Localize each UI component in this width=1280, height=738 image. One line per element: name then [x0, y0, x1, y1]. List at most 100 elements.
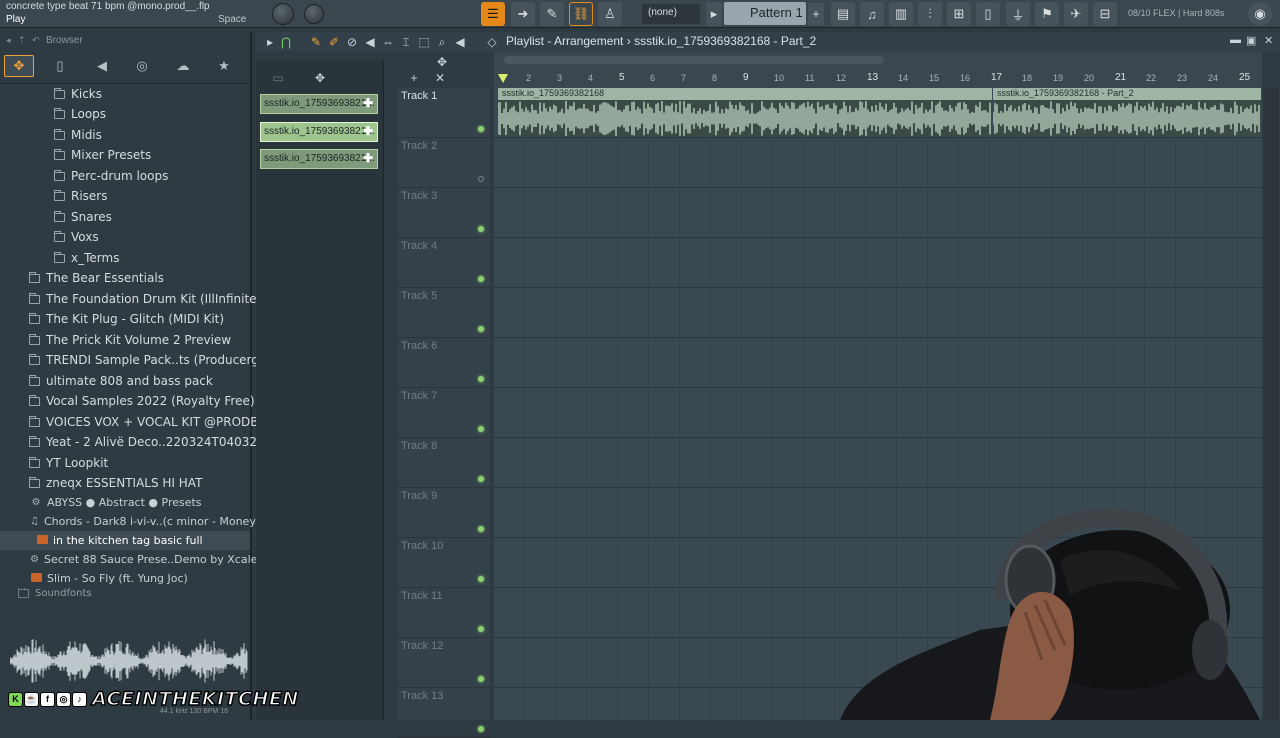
minimize-icon[interactable]: ▬ — [1230, 34, 1241, 46]
track-enable-led[interactable] — [478, 276, 484, 282]
magnet-snap-icon[interactable]: ⋂ — [278, 34, 294, 50]
mixer-icon[interactable]: ⫶ — [918, 2, 942, 26]
close-icon[interactable]: ✕ — [1264, 34, 1273, 47]
tools-icon[interactable]: ⚑ — [1035, 2, 1059, 26]
folder-item[interactable]: Kicks — [54, 84, 102, 104]
plugin-database-tab-icon[interactable]: ◀ — [87, 55, 117, 77]
slip-tool-icon[interactable]: ⇔ — [380, 34, 396, 50]
track-header[interactable]: Track 10 — [398, 538, 490, 588]
track-header[interactable]: Track 2 — [398, 138, 490, 188]
pattern-clip-item[interactable]: ssstik.io_17593693821... ✚ — [260, 149, 378, 169]
folder-item-partial[interactable]: Soundfonts — [18, 588, 92, 598]
current-project-tab-icon[interactable]: ▯ — [45, 55, 75, 77]
folder-item[interactable]: zneqx ESSENTIALS HI HAT — [29, 473, 202, 493]
sample-waveform-preview[interactable] — [10, 632, 248, 690]
folder-item[interactable]: Vocal Samples 2022 (Royalty Free) — [29, 391, 255, 411]
pin-icon[interactable]: ✈ — [1064, 2, 1088, 26]
add-track-icon[interactable]: + — [406, 70, 422, 86]
track-header[interactable]: Track 12 — [398, 638, 490, 688]
all-files-tab-icon[interactable]: ✥ — [4, 55, 34, 77]
track-header[interactable]: Track 1 — [398, 88, 490, 138]
folder-item[interactable]: YT Loopkit — [29, 453, 108, 473]
track-enable-led[interactable] — [478, 176, 484, 182]
none-selector[interactable]: (none) — [642, 4, 700, 24]
track-enable-led[interactable] — [478, 726, 484, 732]
timeline-ruler[interactable]: 2 3 4 5 6 7 8 9 10 11 12 13 14 15 16 17 18 19 20 21 22 23 24 25 — [494, 52, 1262, 88]
add-pattern-button[interactable]: + — [808, 3, 824, 25]
track-header[interactable]: Track 5 — [398, 288, 490, 338]
folder-item[interactable]: TRENDI Sample Pack..ts (Producergrind) — [29, 350, 287, 370]
folder-item[interactable]: Mixer Presets — [54, 145, 151, 165]
track-header[interactable]: Track 13 — [398, 688, 490, 738]
file-item[interactable]: ♫ Chords - Dark8 i-vi-v..(c minor - Money… — [0, 512, 287, 531]
favorites-tab-icon[interactable]: ★ — [209, 55, 239, 77]
brush-tool-icon[interactable]: ✐ — [326, 34, 342, 50]
master-volume-knob[interactable] — [272, 3, 294, 25]
shop-cart-icon[interactable]: ⊟ — [1093, 2, 1117, 26]
folder-item[interactable]: The Prick Kit Volume 2 Preview — [29, 330, 231, 350]
track-enable-led[interactable] — [478, 226, 484, 232]
horizontal-scrollbar[interactable] — [504, 56, 884, 64]
channel-rack-icon[interactable]: ▥ — [889, 2, 913, 26]
folder-item[interactable]: Loops — [54, 104, 106, 124]
add-clip-icon[interactable]: ✚ — [363, 151, 373, 165]
file-item[interactable]: ⚙ ABYSS ● Abstract ● Presets — [0, 493, 250, 512]
cloud-tab-icon[interactable]: ☁ — [168, 55, 198, 77]
up-arrow-icon[interactable]: ⇡ — [18, 35, 26, 46]
folder-item[interactable]: ultimate 808 and bass pack — [29, 371, 213, 391]
folder-item[interactable]: The Bear Essentials — [29, 268, 164, 288]
online-globe-icon[interactable]: ◉ — [1248, 2, 1272, 26]
track-enable-led[interactable] — [478, 426, 484, 432]
track-header[interactable]: Track 11 — [398, 588, 490, 638]
audio-clip[interactable]: ssstik.io_1759369382168 - Part_2 — [992, 88, 1261, 137]
folder-item[interactable]: Midis — [54, 125, 102, 145]
link-icon[interactable]: ⛓ — [569, 2, 593, 26]
add-clip-icon[interactable]: ✚ — [363, 124, 373, 138]
zoom-tool-icon[interactable]: ⌕ — [434, 34, 450, 50]
metronome-icon[interactable]: ♙ — [598, 2, 622, 26]
folder-item[interactable]: VOICES VOX + VOCAL KIT @PRODBYLJS — [29, 412, 283, 432]
folder-item[interactable]: x_Terms — [54, 248, 119, 268]
plugin-plug-icon[interactable]: ⏚ — [1006, 2, 1030, 26]
track-header[interactable]: Track 7 — [398, 388, 490, 438]
track-enable-led[interactable] — [478, 626, 484, 632]
add-clip-icon[interactable]: ✚ — [363, 96, 373, 110]
track-header[interactable]: Track 9 — [398, 488, 490, 538]
slice-tool-icon[interactable]: ⌶ — [398, 34, 414, 50]
pencil-draw-icon[interactable]: ✎ — [540, 2, 564, 26]
folder-item[interactable]: Risers — [54, 186, 108, 206]
track-enable-led[interactable] — [478, 676, 484, 682]
picker-tab-icon[interactable]: ▭ — [270, 70, 286, 86]
track-header[interactable]: Track 6 — [398, 338, 490, 388]
playlist-view-icon[interactable]: ▤ — [831, 2, 855, 26]
playback-tool-icon[interactable]: ◀ — [452, 34, 468, 50]
audio-clip[interactable]: ssstik.io_1759369382168 — [497, 88, 992, 137]
track-enable-led[interactable] — [478, 576, 484, 582]
folder-item[interactable]: Snares — [54, 207, 112, 227]
master-pitch-knob[interactable] — [304, 4, 324, 24]
picker-move-icon[interactable]: ✥ — [312, 70, 328, 86]
delete-tool-icon[interactable]: ⊘ — [344, 34, 360, 50]
pattern-clip-item[interactable]: ssstik.io_17593693821... ✚ — [260, 94, 378, 114]
play-pattern-icon[interactable]: ▸ — [706, 2, 722, 26]
maximize-icon[interactable]: ▣ — [1246, 34, 1256, 47]
pattern-clip-item-selected[interactable]: ssstik.io_17593693821... ✚ — [260, 122, 378, 142]
track-enable-led[interactable] — [478, 476, 484, 482]
track-enable-led[interactable] — [478, 526, 484, 532]
file-item[interactable]: ⚙ Secret 88 Sauce Prese..Demo by Xcaler B… — [0, 550, 297, 569]
pencil-tool-icon[interactable]: ✎ — [308, 34, 324, 50]
file-item[interactable]: Slim - So Fly (ft. Yung Joc) — [0, 569, 250, 588]
track-enable-led[interactable] — [478, 126, 484, 132]
folder-item[interactable]: The Kit Plug - Glitch (MIDI Kit) — [29, 309, 224, 329]
mute-tool-icon[interactable]: ◀ — [362, 34, 378, 50]
snap-arrow-icon[interactable]: ➜ — [511, 2, 535, 26]
browser-tree-icon[interactable]: ⊞ — [947, 2, 971, 26]
song-mode-button[interactable]: ☰ — [481, 2, 505, 26]
track-header[interactable]: Track 3 — [398, 188, 490, 238]
select-tool-icon[interactable]: ⬚ — [416, 34, 432, 50]
file-item-selected[interactable]: in the kitchen tag basic full — [0, 531, 250, 550]
folder-item[interactable]: Perc-drum loops — [54, 166, 168, 186]
plugin-tab-icon[interactable]: ◎ — [127, 55, 157, 77]
playlist-menu-icon[interactable]: ▸ — [262, 34, 278, 50]
playhead-marker[interactable] — [498, 74, 508, 83]
